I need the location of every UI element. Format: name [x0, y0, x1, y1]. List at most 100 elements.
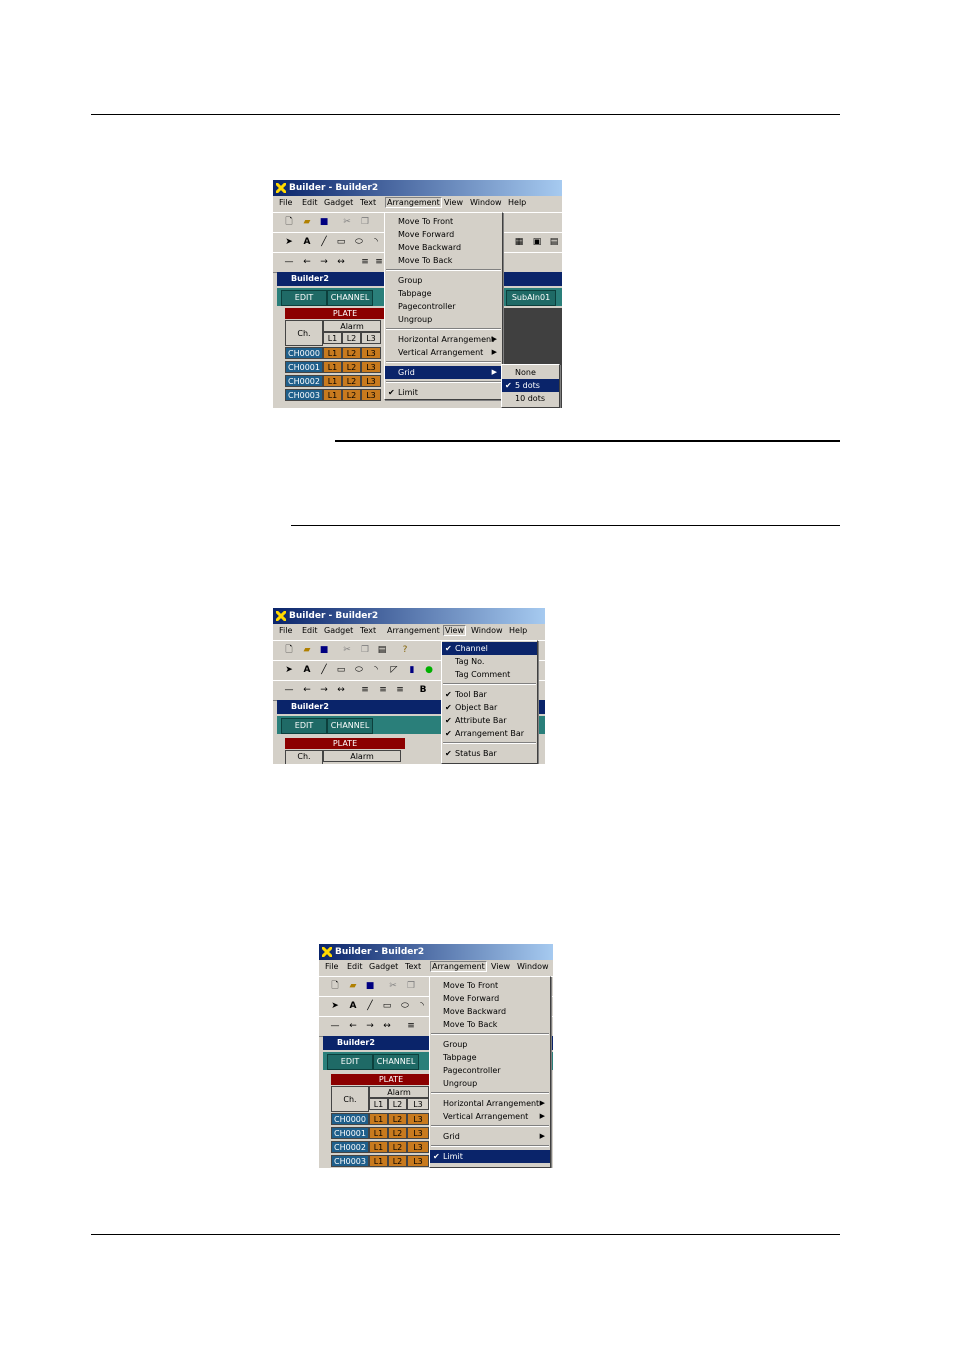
- menu-item-tag-comment[interactable]: Tag Comment: [442, 668, 537, 681]
- gadget-icon-2[interactable]: ▣: [531, 236, 543, 248]
- ellipse-tool-icon[interactable]: ⬭: [353, 236, 365, 248]
- menu-item-grid-none[interactable]: None: [502, 366, 559, 379]
- align-right-icon[interactable]: ≡: [394, 684, 406, 696]
- save-icon[interactable]: ■: [318, 644, 330, 656]
- menu-item-horizontal-arrangement[interactable]: Horizontal Arrangement ▶: [385, 333, 502, 346]
- menu-item-ungroup[interactable]: Ungroup: [430, 1077, 550, 1090]
- menu-item-group[interactable]: Group: [385, 274, 502, 287]
- menu-item-channel[interactable]: ✔ Channel: [442, 642, 537, 655]
- line-tool-icon[interactable]: ╱: [318, 664, 330, 676]
- level-cell[interactable]: L1: [323, 347, 342, 359]
- menu-item-arrangement-bar[interactable]: ✔ Arrangement Bar: [442, 727, 537, 740]
- level-cell[interactable]: L2: [342, 361, 361, 373]
- menu-edit[interactable]: Edit: [302, 198, 318, 207]
- text-tool-icon[interactable]: A: [301, 664, 313, 676]
- menu-item-tabpage[interactable]: Tabpage: [430, 1051, 550, 1064]
- level-cell[interactable]: L2: [388, 1113, 407, 1125]
- menu-item-tag-no[interactable]: Tag No.: [442, 655, 537, 668]
- arrow-both-icon[interactable]: ↔: [335, 256, 347, 268]
- level-cell[interactable]: L3: [361, 389, 381, 401]
- cut-icon[interactable]: ✂: [387, 980, 399, 992]
- tab-edit[interactable]: EDIT: [281, 290, 327, 306]
- menu-item-tabpage[interactable]: Tabpage: [385, 287, 502, 300]
- menu-help[interactable]: Help: [509, 626, 527, 635]
- channel-cell[interactable]: CH0002: [285, 375, 323, 387]
- menu-item-move-backward[interactable]: Move Backward: [385, 241, 502, 254]
- tab-channel[interactable]: CHANNEL: [327, 290, 373, 306]
- menu-text[interactable]: Text: [405, 962, 421, 971]
- arrow-left-icon[interactable]: ←: [301, 684, 313, 696]
- polygon-tool-icon[interactable]: ◸: [388, 664, 400, 676]
- open-folder-icon[interactable]: ▰: [301, 644, 313, 656]
- line-style-icon[interactable]: —: [283, 256, 295, 268]
- menu-view[interactable]: View: [491, 962, 510, 971]
- channel-cell[interactable]: CH0003: [331, 1155, 369, 1167]
- text-tool-icon[interactable]: A: [347, 1000, 359, 1012]
- menu-item-tool-bar[interactable]: ✔ Tool Bar: [442, 688, 537, 701]
- tab-edit[interactable]: EDIT: [327, 1054, 373, 1070]
- new-file-icon[interactable]: 🗋: [329, 980, 341, 992]
- menu-text[interactable]: Text: [360, 198, 376, 207]
- gadget-icon[interactable]: ▮: [406, 664, 418, 676]
- menu-view[interactable]: View: [444, 198, 463, 207]
- menu-file[interactable]: File: [325, 962, 338, 971]
- tab-channel[interactable]: CHANNEL: [373, 1054, 419, 1070]
- channel-cell[interactable]: CH0001: [285, 361, 323, 373]
- menu-item-move-to-front[interactable]: Move To Front: [385, 215, 502, 228]
- menu-item-ungroup[interactable]: Ungroup: [385, 313, 502, 326]
- arc-tool-icon[interactable]: ◝: [370, 664, 382, 676]
- level-cell[interactable]: L2: [342, 347, 361, 359]
- menu-item-move-to-back[interactable]: Move To Back: [385, 254, 502, 267]
- bold-icon[interactable]: B: [417, 684, 429, 696]
- open-folder-icon[interactable]: ▰: [301, 216, 313, 228]
- level-cell[interactable]: L1: [323, 361, 342, 373]
- copy-icon[interactable]: ❐: [359, 644, 371, 656]
- level-cell[interactable]: L3: [361, 361, 381, 373]
- menu-item-move-to-front[interactable]: Move To Front: [430, 979, 550, 992]
- arc-tool-icon[interactable]: ◝: [370, 236, 382, 248]
- menu-window[interactable]: Window: [470, 198, 502, 207]
- paste-icon[interactable]: ▤: [376, 644, 388, 656]
- new-file-icon[interactable]: 🗋: [283, 216, 295, 228]
- menu-item-pagecontroller[interactable]: Pagecontroller: [430, 1064, 550, 1077]
- arrow-both-icon[interactable]: ↔: [335, 684, 347, 696]
- level-cell[interactable]: L1: [323, 389, 342, 401]
- level-cell[interactable]: L2: [342, 389, 361, 401]
- line-style-icon[interactable]: —: [283, 684, 295, 696]
- line-tool-icon[interactable]: ╱: [364, 1000, 376, 1012]
- menu-gadget[interactable]: Gadget: [369, 962, 398, 971]
- pointer-icon[interactable]: ➤: [283, 664, 295, 676]
- save-icon[interactable]: ■: [364, 980, 376, 992]
- menu-arrangement[interactable]: Arrangement: [430, 961, 487, 972]
- save-icon[interactable]: ■: [318, 216, 330, 228]
- menu-item-attribute-bar[interactable]: ✔ Attribute Bar: [442, 714, 537, 727]
- gadget-icon-3[interactable]: ▤: [548, 236, 560, 248]
- level-cell[interactable]: L3: [407, 1141, 429, 1153]
- cut-icon[interactable]: ✂: [341, 644, 353, 656]
- copy-icon[interactable]: ❐: [405, 980, 417, 992]
- channel-cell[interactable]: CH0000: [285, 347, 323, 359]
- tab-edit[interactable]: EDIT: [281, 718, 327, 734]
- level-cell[interactable]: L3: [361, 347, 381, 359]
- menu-item-status-bar[interactable]: ✔ Status Bar: [442, 747, 537, 760]
- arrow-right-icon[interactable]: →: [318, 256, 330, 268]
- menu-window[interactable]: Window: [471, 626, 503, 635]
- menu-item-grid-5-dots[interactable]: ✔ 5 dots: [502, 379, 559, 392]
- pointer-icon[interactable]: ➤: [329, 1000, 341, 1012]
- arrow-right-icon[interactable]: →: [364, 1020, 376, 1032]
- menu-text[interactable]: Text: [360, 626, 376, 635]
- align-left-icon[interactable]: ≡: [405, 1020, 417, 1032]
- level-cell[interactable]: L2: [342, 375, 361, 387]
- menu-item-move-backward[interactable]: Move Backward: [430, 1005, 550, 1018]
- menu-item-move-forward[interactable]: Move Forward: [385, 228, 502, 241]
- tab-subain01[interactable]: SubAIn01: [506, 290, 556, 306]
- menu-item-object-bar[interactable]: ✔ Object Bar: [442, 701, 537, 714]
- level-cell[interactable]: L2: [388, 1141, 407, 1153]
- level-cell[interactable]: L1: [323, 375, 342, 387]
- menu-arrangement[interactable]: Arrangement: [385, 197, 442, 208]
- level-cell[interactable]: L2: [388, 1127, 407, 1139]
- level-cell[interactable]: L3: [361, 375, 381, 387]
- menu-item-limit[interactable]: ✔ Limit: [430, 1150, 550, 1163]
- align-center-icon[interactable]: ≡: [377, 684, 389, 696]
- rectangle-tool-icon[interactable]: ▭: [335, 664, 347, 676]
